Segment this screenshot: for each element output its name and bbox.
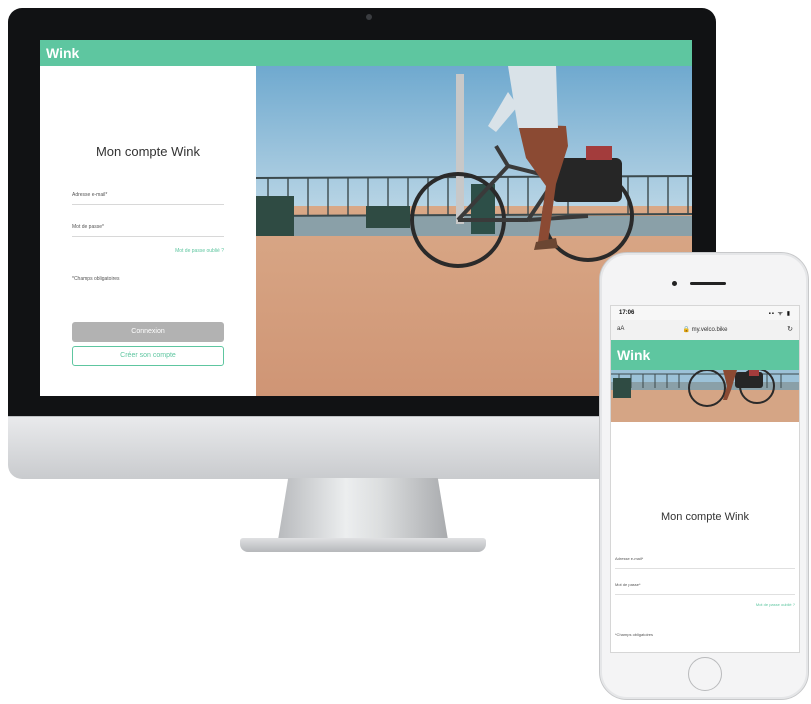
camera-icon [366,14,372,20]
desktop-header: Wink [40,40,692,66]
create-account-button[interactable]: Créer son compte [72,346,224,366]
email-label: Adresse e-mail* [72,192,108,198]
status-bar: 17:06 ▪▪ ᯤ ▮ [611,306,799,320]
speaker-icon [690,282,726,285]
login-panel: Mon compte Wink Adresse e-mail* Mot de p… [40,66,256,396]
wink-logo[interactable]: Wink [46,45,79,61]
password-label: Mot de passe* [72,224,104,230]
connect-button[interactable]: Connexion [72,322,224,342]
imac-foot [240,538,486,552]
phone-screen: 17:06 ▪▪ ᯤ ▮ aA 🔒 my.velco.bike ↻ Wink M… [610,305,800,653]
imac-stand [278,478,448,540]
mobile-hero-photo [611,370,799,422]
mobile-password-field[interactable] [615,594,795,595]
mobile-page-title: Mon compte Wink [660,511,750,523]
page-title: Mon compte Wink [95,144,201,159]
forgot-password-link[interactable]: Mot de passe oublié ? [175,248,224,254]
url-text[interactable]: 🔒 my.velco.bike [611,326,799,333]
mobile-header: Wink [611,340,799,370]
mobile-forgot-password-link[interactable]: Mot de passe oublié ? [756,602,795,607]
mobile-email-field[interactable] [615,568,795,569]
cyclist-photo-mobile [611,370,799,422]
reload-icon[interactable]: ↻ [787,325,793,333]
status-time: 17:06 [619,310,635,316]
front-camera-icon [672,281,677,286]
mobile-password-label: Mot de passe* [615,582,641,587]
url-bar[interactable]: aA 🔒 my.velco.bike ↻ [611,320,799,341]
smartphone: 17:06 ▪▪ ᯤ ▮ aA 🔒 my.velco.bike ↻ Wink M… [599,252,809,700]
wink-logo-mobile[interactable]: Wink [617,347,650,363]
email-field[interactable] [72,204,224,205]
desktop-screen: Wink Mon compte Wink Adresse e-mail* Mot… [40,40,692,396]
status-indicators-icon: ▪▪ ᯤ ▮ [768,311,791,317]
mobile-required-note: *Champs obligatoires [615,632,654,637]
mobile-email-label: Adresse e-mail* [615,556,644,561]
required-note: *Champs obligatoires [72,276,120,282]
home-button[interactable] [688,657,722,691]
password-field[interactable] [72,236,224,237]
